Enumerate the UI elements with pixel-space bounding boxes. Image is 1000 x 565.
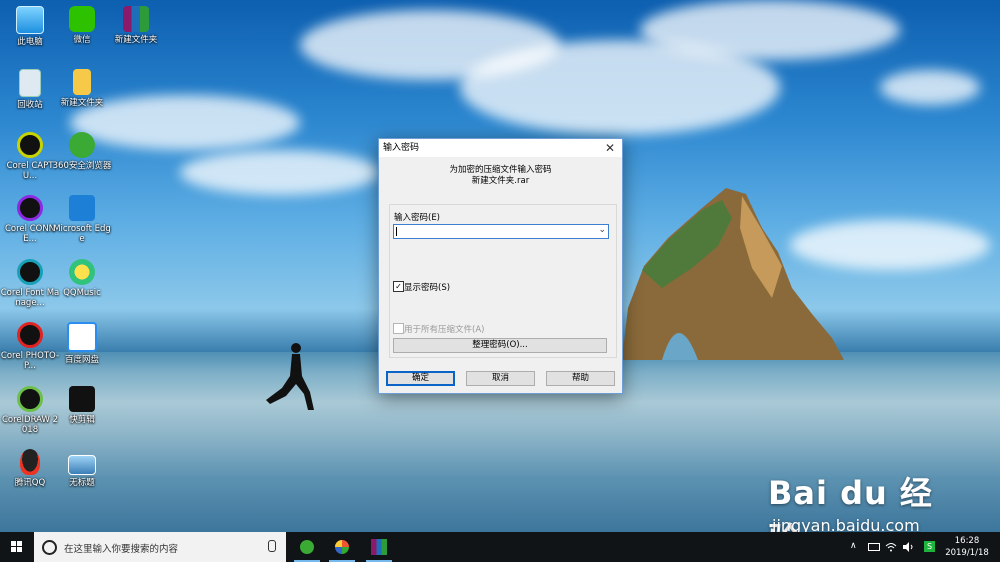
dialog-title: 输入密码 xyxy=(379,139,622,157)
qq-penguin-icon xyxy=(20,449,40,475)
corel-connect-icon xyxy=(17,195,43,221)
battery-icon[interactable] xyxy=(868,543,880,551)
kuaijianji-icon xyxy=(69,386,95,412)
winrar-icon xyxy=(371,539,387,555)
desktop-icon-rar-folder[interactable]: 新建文件夹 xyxy=(106,6,166,45)
corel-font-icon xyxy=(17,259,43,285)
cortana-circle-icon xyxy=(42,540,57,555)
show-password-label[interactable]: 显示密码(S) xyxy=(404,281,450,293)
volume-icon[interactable] xyxy=(902,542,914,552)
close-icon[interactable]: ✕ xyxy=(603,141,617,155)
text-caret xyxy=(396,227,397,236)
help-button[interactable]: 帮助 xyxy=(546,371,615,386)
desktop-icon-corel-photo-paint[interactable]: Corel PHOTO-P... xyxy=(0,322,60,371)
enter-password-dialog: 输入密码 ✕ 为加密的压缩文件输入密码 新建文件夹.rar 输入密码(E) ⌄ … xyxy=(378,138,623,394)
rock-arch xyxy=(622,188,844,360)
windows-logo-icon xyxy=(11,541,22,552)
password-input[interactable]: ⌄ xyxy=(393,224,609,239)
folder-icon xyxy=(73,69,91,95)
taskbar: 在这里输入你要搜索的内容 ∧ S 16:28 2019/1/18 xyxy=(0,532,1000,562)
cancel-button[interactable]: 取消 xyxy=(466,371,535,386)
organize-passwords-button[interactable]: 整理密码(O)... xyxy=(393,338,607,353)
desktop-icon-new-folder[interactable]: 新建文件夹 xyxy=(52,69,112,108)
chevron-down-icon[interactable]: ⌄ xyxy=(598,225,606,235)
taskbar-app-winrar[interactable] xyxy=(362,532,396,562)
desktop-icon-360-browser[interactable]: 360安全浏览器 xyxy=(52,132,112,171)
edge-icon xyxy=(69,195,95,221)
prompt-text: 为加密的压缩文件输入密码 xyxy=(449,165,552,175)
desktop-icon-qqmusic[interactable]: QQMusic xyxy=(52,259,112,298)
desktop-icon-corel-capture[interactable]: Corel CAPTU... xyxy=(0,132,60,181)
desktop-icon-recycle-bin[interactable]: 回收站 xyxy=(0,69,60,110)
wechat-icon xyxy=(69,6,95,32)
360-browser-icon xyxy=(300,540,314,554)
clock-time: 16:28 xyxy=(954,536,980,546)
qqmusic-icon xyxy=(69,259,95,285)
desktop-icon-corel-connect[interactable]: Corel CONNE... xyxy=(0,195,60,244)
clock-date: 2019/1/18 xyxy=(945,548,989,558)
use-for-all-label: 用于所有压缩文件(A) xyxy=(404,325,485,335)
ime-icon[interactable]: S xyxy=(924,541,935,552)
show-hidden-icons-button[interactable]: ∧ xyxy=(850,541,857,551)
desktop-icon-this-pc[interactable]: 此电脑 xyxy=(0,6,60,47)
winrar-icon xyxy=(123,6,149,32)
360-browser-icon xyxy=(69,132,95,158)
password-label: 输入密码(E) xyxy=(394,213,441,223)
taskbar-app-corel[interactable] xyxy=(325,532,359,562)
corel-photo-icon xyxy=(17,322,43,348)
desktop-icon-wechat[interactable]: 微信 xyxy=(52,6,112,45)
dialog-prompt: 为加密的压缩文件输入密码 新建文件夹.rar xyxy=(379,165,622,187)
taskbar-app-360-browser[interactable] xyxy=(290,532,324,562)
baidu-netdisk-icon xyxy=(67,322,97,352)
desktop-icon-coreldraw[interactable]: CorelDRAW 2018 xyxy=(0,386,60,435)
use-for-all-checkbox xyxy=(393,323,404,334)
corel-icon xyxy=(335,540,349,554)
desktop-icon-qq[interactable]: 腾讯QQ xyxy=(0,449,60,488)
coreldraw-icon xyxy=(17,386,43,412)
recycle-bin-icon xyxy=(19,69,41,97)
wifi-icon[interactable] xyxy=(885,542,897,552)
taskbar-search-box[interactable]: 在这里输入你要搜索的内容 xyxy=(34,532,286,562)
baidu-jingyan-watermark: Bai du 经验 jingyan.baidu.com xyxy=(768,454,958,558)
corel-capture-icon xyxy=(17,132,43,158)
show-password-checkbox[interactable]: ✓ xyxy=(393,281,404,292)
search-placeholder: 在这里输入你要搜索的内容 xyxy=(64,544,179,555)
runner-silhouette xyxy=(266,343,314,410)
start-button[interactable] xyxy=(0,532,34,562)
ok-button[interactable]: 确定 xyxy=(386,371,455,386)
computer-icon xyxy=(16,6,44,34)
desktop-icon-baidu-netdisk[interactable]: 百度网盘 xyxy=(52,322,112,365)
archive-name: 新建文件夹.rar xyxy=(471,176,530,186)
image-file-icon xyxy=(68,455,96,475)
desktop-icon-corel-font-manager[interactable]: Corel Font Manage... xyxy=(0,259,60,308)
desktop-icon-edge[interactable]: Microsoft Edge xyxy=(52,195,112,244)
desktop-icon-kuaijianji[interactable]: 快剪辑 xyxy=(52,386,112,425)
password-group: 输入密码(E) ⌄ ✓ 显示密码(S) 用于所有压缩文件(A) 整理密码(O).… xyxy=(389,204,617,358)
microphone-icon[interactable] xyxy=(268,540,276,552)
desktop-icon-untitled[interactable]: 无标题 xyxy=(52,449,112,488)
system-tray: ∧ S xyxy=(848,532,938,562)
taskbar-clock[interactable]: 16:28 2019/1/18 xyxy=(942,535,992,559)
